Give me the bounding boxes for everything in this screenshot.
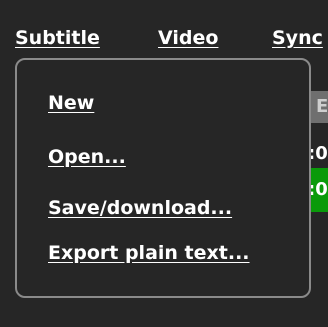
menu-sync[interactable]: Sync xyxy=(272,27,323,49)
table-row-fragment[interactable]: :0 xyxy=(308,139,328,169)
menu-item-open[interactable]: Open... xyxy=(48,146,126,168)
menu-bar: Subtitle Video Sync xyxy=(0,0,328,58)
menu-video[interactable]: Video xyxy=(158,27,218,49)
menu-item-new[interactable]: New xyxy=(48,92,94,114)
subtitle-dropdown-menu: New Open... Save/download... Export plai… xyxy=(15,58,311,298)
menu-subtitle[interactable]: Subtitle xyxy=(15,27,100,49)
app-window: Subtitle Video Sync E :0 :0 New Open... … xyxy=(0,0,328,327)
menu-item-save-download[interactable]: Save/download... xyxy=(48,197,232,219)
table-header-fragment: E xyxy=(308,91,328,123)
selected-table-row-fragment[interactable]: :0 xyxy=(308,168,328,212)
menu-item-export-plain-text[interactable]: Export plain text... xyxy=(48,242,250,264)
